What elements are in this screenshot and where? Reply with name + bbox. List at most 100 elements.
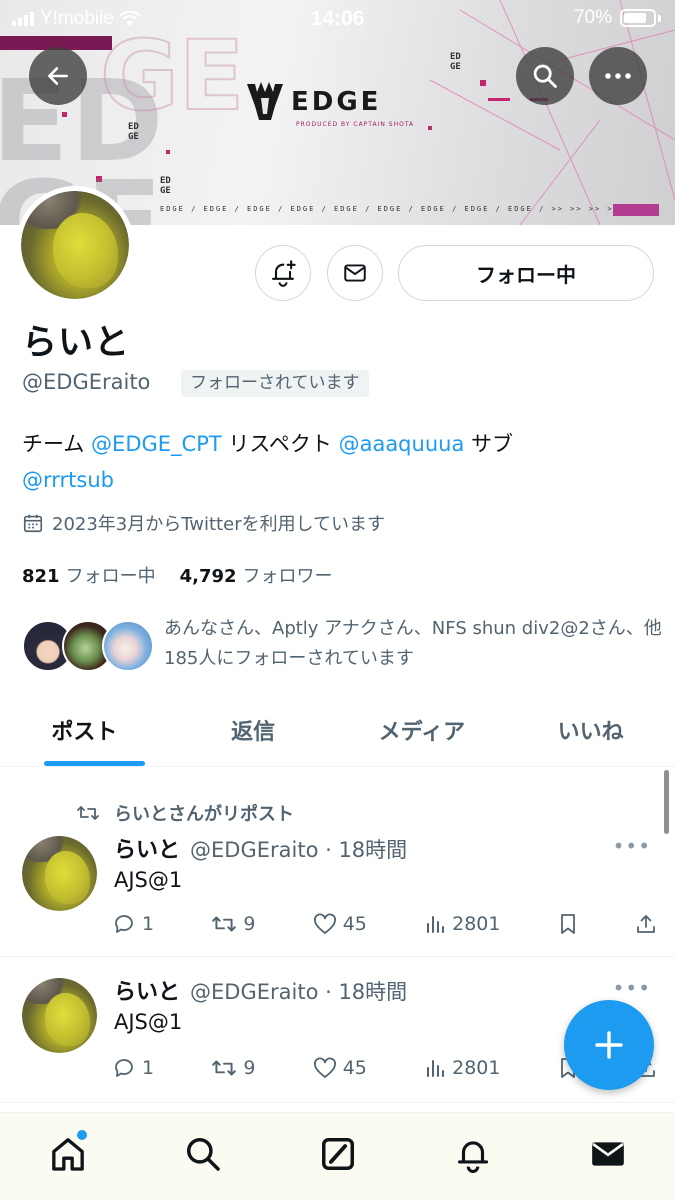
repost-button[interactable]: 9 (211, 913, 255, 935)
known-followers[interactable]: あんなさん、Aptly アナクさん、NFS shun div2@2さん、他185… (22, 614, 664, 674)
more-options-button[interactable] (589, 47, 647, 105)
tab-posts[interactable]: ポスト (0, 694, 169, 766)
banner-mini-tag-3: ED GE (450, 52, 461, 72)
bio-text: サブ (464, 432, 513, 456)
bio-text: チーム (22, 432, 92, 456)
status-bar: Y!mobile 14:06 70% (0, 0, 675, 38)
plus-icon (595, 1031, 623, 1059)
heart-icon (313, 1057, 336, 1078)
bookmark-icon (560, 914, 575, 934)
message-button[interactable] (327, 245, 383, 301)
nav-grok[interactable] (303, 1119, 373, 1189)
mention-link[interactable]: @aaaquuua (339, 432, 465, 456)
post[interactable]: らいとさんがリポスト らいと @EDGEraito · 18時間 ••• AJS… (0, 780, 675, 957)
mail-icon (591, 1141, 624, 1166)
analytics-icon (427, 916, 445, 933)
like-count: 45 (342, 1057, 367, 1079)
grok-icon (321, 1137, 354, 1170)
heart-icon (313, 913, 336, 934)
post-header: らいと @EDGEraito · 18時間 (114, 974, 407, 1006)
known-follower-avatars (22, 614, 154, 674)
nav-search[interactable] (168, 1119, 238, 1189)
bio: チーム @EDGE_CPT リスペクト @aaaquuua サブ @rrrtsu… (22, 426, 662, 498)
notification-dot (76, 1129, 87, 1140)
edge-logo-sub: PRODUCED BY CAPTAIN SHOTA (296, 121, 415, 128)
repost-indicator: らいとさんがリポスト (76, 800, 294, 826)
post-more-icon[interactable]: ••• (613, 976, 651, 1000)
battery-icon (620, 9, 656, 27)
join-date-text: 2023年3月からTwitterを利用しています (52, 514, 386, 535)
search-button[interactable] (516, 47, 574, 105)
post-text: AJS@1 (114, 1010, 183, 1034)
mention-link[interactable]: @rrrtsub (22, 468, 114, 492)
compose-button[interactable] (564, 1000, 654, 1090)
followers-label: フォロワー (242, 566, 333, 587)
banner-strip: EDGE / EDGE / EDGE / EDGE / EDGE / EDGE … (160, 205, 620, 213)
post-actions: 1 9 45 2801 (112, 912, 657, 936)
ellipsis-icon (605, 73, 631, 79)
mention-link[interactable]: @EDGE_CPT (91, 432, 222, 456)
avatar-image (22, 836, 97, 911)
nav-messages[interactable] (573, 1119, 643, 1189)
reply-button[interactable]: 1 (112, 1056, 154, 1080)
envelope-icon (344, 264, 366, 282)
banner-mini-tag-2: ED GE (160, 176, 171, 196)
avatar-image (21, 191, 129, 299)
like-button[interactable]: 45 (313, 1057, 367, 1079)
bottom-navigation (0, 1112, 675, 1200)
back-button[interactable] (29, 47, 87, 105)
repost-count: 9 (243, 913, 256, 935)
battery: 70% (574, 7, 661, 29)
bookmark-button[interactable] (558, 913, 578, 935)
following-label: フォロー中 (65, 566, 156, 587)
banner-tag-right (613, 204, 659, 216)
search-icon (186, 1137, 220, 1171)
tab-replies[interactable]: 返信 (169, 694, 338, 766)
bio-text: リスペクト (221, 432, 339, 456)
like-count: 45 (342, 913, 367, 935)
post-author-name[interactable]: らいと (114, 974, 180, 1006)
reply-count: 1 (142, 1057, 155, 1079)
calendar-icon (23, 514, 43, 533)
join-date: 2023年3月からTwitterを利用しています (22, 510, 385, 536)
battery-percent: 70% (573, 7, 612, 28)
followers-count: 4,792 (179, 566, 237, 587)
views-button[interactable]: 2801 (424, 913, 500, 935)
follow-stats: 821 フォロー中 4,792 フォロワー (22, 562, 333, 588)
edge-logo-text: EDGE (291, 87, 382, 117)
display-name: らいと (22, 323, 131, 363)
followers-link[interactable]: 4,792 フォロワー (180, 562, 333, 588)
view-count: 2801 (452, 913, 501, 935)
reply-count: 1 (142, 913, 155, 935)
avatar[interactable] (22, 978, 97, 1053)
avatar (102, 620, 154, 672)
post-more-icon[interactable]: ••• (613, 834, 651, 858)
edge-logo-icon (247, 82, 283, 120)
views-button[interactable]: 2801 (424, 1057, 500, 1079)
share-button[interactable] (635, 913, 657, 935)
following-button[interactable]: フォロー中 (398, 245, 654, 301)
avatar[interactable] (22, 836, 97, 911)
arrow-left-icon (48, 67, 68, 85)
tab-likes[interactable]: いいね (506, 694, 675, 766)
repost-button[interactable]: 9 (211, 1057, 255, 1079)
post-meta: @EDGEraito · 18時間 (190, 980, 408, 1004)
share-icon (637, 915, 655, 933)
following-link[interactable]: 821 フォロー中 (22, 562, 156, 588)
like-button[interactable]: 45 (313, 913, 367, 935)
profile-avatar[interactable] (16, 186, 134, 304)
nav-home[interactable] (33, 1119, 103, 1189)
post-author-name[interactable]: らいと (114, 832, 180, 864)
tab-media[interactable]: メディア (338, 694, 507, 766)
banner-mini-tag: ED GE (128, 122, 139, 142)
follows-you-badge: フォローされています (181, 370, 369, 397)
repost-icon (212, 916, 237, 932)
nav-notifications[interactable] (438, 1119, 508, 1189)
search-icon (533, 64, 557, 88)
repost-label: らいとさんがリポスト (114, 804, 294, 825)
post-meta: @EDGEraito · 18時間 (190, 838, 408, 862)
repost-icon (77, 806, 99, 820)
reply-button[interactable]: 1 (112, 912, 154, 936)
user-handle: @EDGEraito (22, 370, 151, 394)
notifications-button[interactable] (255, 245, 311, 301)
